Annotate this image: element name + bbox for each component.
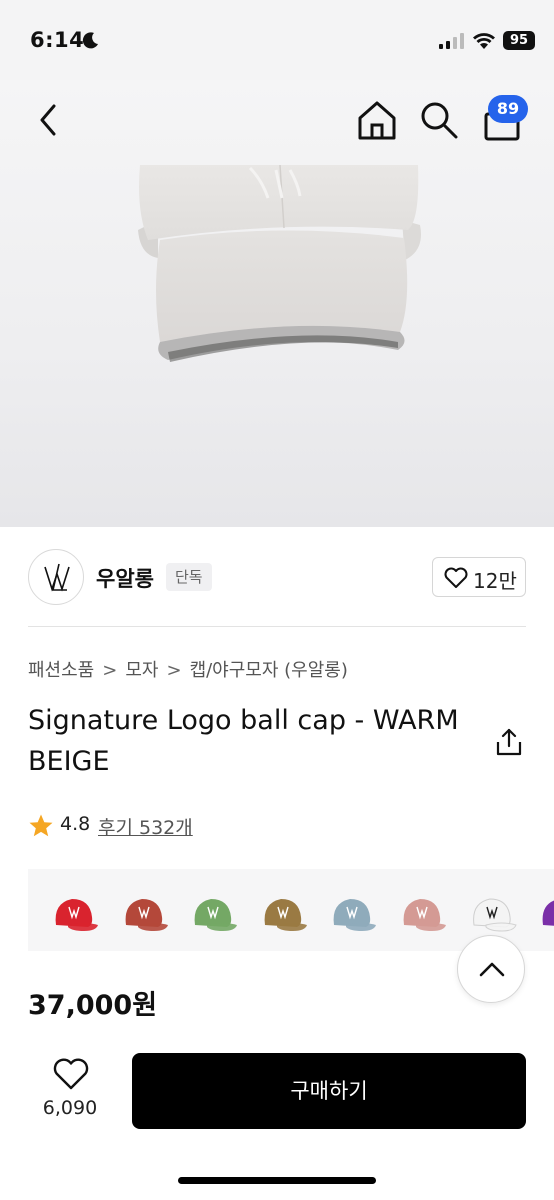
color-swatch-purple[interactable] — [525, 881, 554, 939]
buy-button[interactable]: 구매하기 — [132, 1053, 526, 1129]
review-link[interactable]: 후기 532개 — [98, 813, 193, 840]
cap-thumbnail — [542, 900, 554, 926]
cart-count-badge: 89 — [488, 95, 528, 123]
cap-thumbnail — [125, 899, 168, 931]
cap-thumbnail — [194, 899, 238, 931]
cap-thumbnail — [403, 899, 446, 931]
color-swatch-white[interactable] — [456, 881, 526, 939]
rating-value: 4.8 — [60, 813, 91, 835]
breadcrumb-item[interactable]: 캡/야구모자 (우알롱) — [190, 660, 348, 681]
product-title: Signature Logo ball cap - WARM BEIGE — [28, 705, 459, 777]
color-swatch-brown[interactable] — [247, 881, 317, 939]
color-swatch-green[interactable] — [177, 881, 247, 939]
heart-icon — [444, 567, 468, 588]
chevron-up-icon — [479, 962, 505, 977]
product-like-button[interactable]: 6,090 — [32, 1057, 108, 1127]
home-icon[interactable] — [356, 98, 398, 142]
status-time: 6:14 — [30, 28, 85, 52]
brand-name[interactable]: 우알롱 — [96, 563, 154, 593]
status-bar: 6:14 95 — [0, 0, 554, 80]
star-icon — [29, 814, 53, 837]
brand-logo-mark — [44, 563, 70, 592]
search-icon[interactable] — [418, 100, 460, 140]
breadcrumb-separator: > — [102, 660, 118, 681]
battery-indicator: 95 — [503, 31, 535, 50]
color-swatch-red[interactable] — [38, 881, 108, 939]
cap-thumbnail — [333, 899, 377, 931]
product-price: 37,000원 — [28, 990, 158, 1021]
cap-thumbnail — [472, 898, 517, 932]
color-swatch-pink[interactable] — [386, 881, 456, 939]
moon-icon — [82, 32, 98, 49]
breadcrumb-item[interactable]: 패션소품 — [28, 660, 94, 681]
breadcrumb: 패션소품 > 모자 > 캡/야구모자 (우알롱) — [28, 656, 348, 682]
divider — [28, 626, 526, 627]
heart-icon — [53, 1058, 89, 1090]
brand-like-button[interactable]: 12만 — [432, 557, 526, 597]
wifi-icon — [473, 33, 495, 49]
cap-photo — [138, 164, 421, 362]
signal-icon — [439, 33, 464, 49]
color-swatch-brick[interactable] — [108, 881, 178, 939]
share-icon[interactable] — [494, 726, 524, 758]
back-icon[interactable] — [34, 100, 64, 140]
cap-thumbnail — [55, 899, 98, 931]
scroll-top-button[interactable] — [457, 935, 525, 1003]
breadcrumb-separator: > — [166, 660, 182, 681]
cap-thumbnail — [264, 899, 307, 931]
product-image[interactable] — [0, 80, 554, 527]
brand-logo[interactable] — [28, 549, 84, 605]
exclusive-tag: 단독 — [166, 563, 212, 591]
home-indicator — [178, 1177, 376, 1184]
product-like-count: 6,090 — [42, 1097, 98, 1119]
color-swatch-sky-blue[interactable] — [316, 881, 386, 939]
brand-like-count: 12만 — [473, 569, 517, 593]
breadcrumb-item[interactable]: 모자 — [125, 660, 158, 681]
